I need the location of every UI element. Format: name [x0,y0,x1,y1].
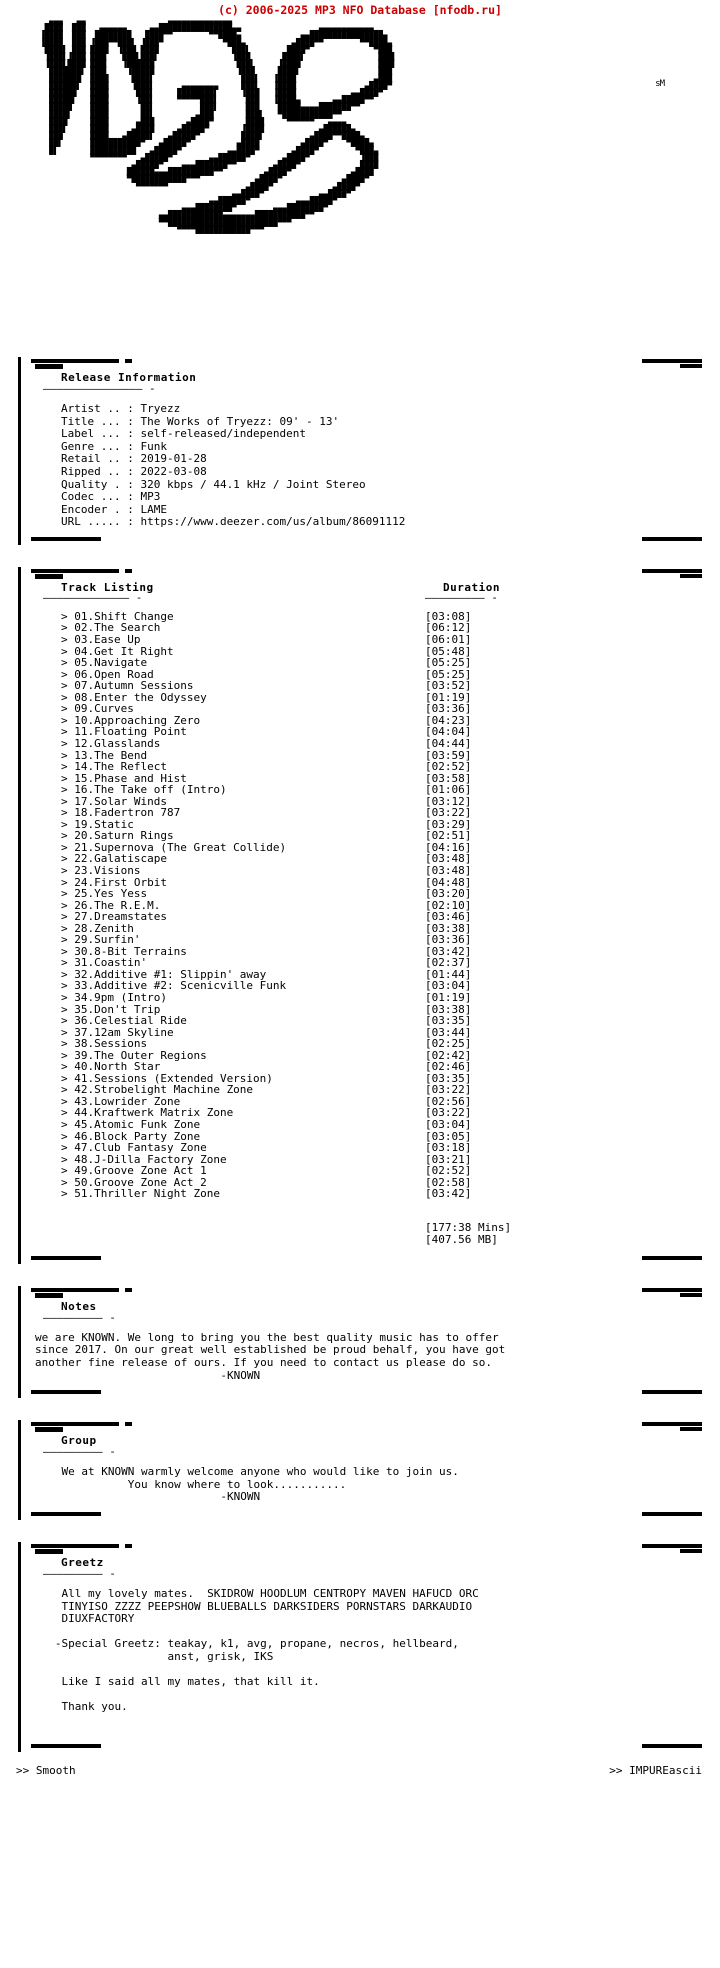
greetz-title: Greetz [61,1555,104,1569]
box-top-decor [21,1286,702,1300]
track-duration: [01:06] [425,783,472,797]
track-name: > 49.Groove Zone Act 1 [61,1164,207,1178]
track-row: > 36.Celestial Ride [03:35] [21,1015,702,1027]
track-duration: [05:25] [425,656,472,670]
track-name: > 23.Visions [61,863,141,877]
total-size: [407.56 MB] [425,1233,498,1247]
box-top-decor [21,567,702,581]
greetz-body: All my lovely mates. SKIDROW HOODLUM CEN… [54,1586,479,1714]
box-top-decor [21,1542,702,1556]
box-bottom-decor [21,529,702,545]
track-duration: [03:20] [425,887,472,901]
notes-underline: ––––––––– - [43,1310,116,1324]
track-row: > 51.Thriller Night Zone [03:42] [21,1188,702,1200]
track-duration: [03:46] [425,910,472,924]
track-name: > 34.9pm (Intro) [61,990,167,1004]
track-duration: [03:18] [425,1141,472,1155]
track-row: > 23.Visions [03:48] [21,865,702,877]
track-row: > 34.9pm (Intro) [01:19] [21,992,702,1004]
track-duration: [03:48] [425,863,472,877]
release-information-fields: Artist .. : Tryezz Title ... : The Works… [61,402,406,529]
notes-section: Notes ––––––––– - we are KNOWN. We long … [18,1285,702,1399]
track-row: > 12.Glasslands [04:44] [21,738,702,750]
track-listing-underline: ––––––––––––– - [43,590,143,604]
duration-column-underline: ––––––––– - [425,590,498,604]
track-rows: > 01.Shift Change [03:08] > 02.The Search[… [21,607,702,1200]
track-name: > 45.Atomic Funk Zone [61,1118,201,1131]
track-duration: [01:19] [425,990,472,1004]
track-duration: [03:35] [425,1014,472,1028]
track-row: > 49.Groove Zone Act 1 [02:52] [21,1165,702,1177]
track-name: > 03.Ease Up [61,633,141,647]
nfo-page: (c) 2006-2025 MP3 NFO Database [nfodb.ru… [0,0,720,1968]
track-duration: [03:42] [425,1187,472,1201]
track-row: > 05.Navigate [05:25] [21,657,702,669]
box-bottom-decor [21,1382,702,1398]
trademark-mark: sM [655,79,665,89]
track-name: > 25.Yes Yess [61,887,148,901]
box-bottom-decor [21,1504,702,1520]
notes-title: Notes [61,1299,97,1313]
track-row: > 45.Atomic Funk Zone [03:04] [21,1119,702,1131]
track-row: > 14.The Reflect [02:52] [21,761,702,773]
notes-body: we are KNOWN. We long to bring you the b… [35,1330,506,1382]
box-top-decor [21,357,702,371]
track-row: > 25.Yes Yess [03:20] [21,888,702,900]
greetz-underline: ––––––––– - [43,1566,116,1580]
footer-left-credit: >> Smooth [16,1763,76,1777]
group-section: Group ––––––––– - We at KNOWN warmly wel… [18,1420,702,1520]
group-body: We at KNOWN warmly welcome anyone who wo… [61,1465,459,1504]
track-name: > 38.Sessions [61,1037,148,1051]
track-name: > 05.Navigate [61,656,148,670]
track-duration: [02:52] [425,1164,472,1178]
group-underline: ––––––––– - [43,1445,116,1459]
release-information-section: Release Information ––––––––––––––– - Ar… [18,357,702,545]
box-top-decor [21,1420,702,1434]
ascii-logo: ▄▄▄ ▄▄ ▄▄▄▄▄▄▄▄▄▄▄▄▄▄ ████ ███ ▄▄▄▄▄▄ ▄▄… [0,17,720,357]
box-bottom-decor [21,1736,702,1752]
track-name: > 27.Dreamstates [61,910,167,924]
track-row: > 38.Sessions [02:25] [21,1038,702,1050]
track-name: > 16.The Take off (Intro) [61,783,227,797]
track-name: > 47.Club Fantasy Zone [61,1141,207,1155]
footer: >> Smooth >> IMPUREascii [10,1762,710,1784]
track-duration: [03:04] [425,1118,472,1131]
totals: [177:38 Mins] [407.56 MB] [21,1221,702,1248]
track-row: > 27.Dreamstates [03:46] [21,911,702,923]
track-name: > 51.Thriller Night Zone [61,1187,220,1201]
track-name: > 14.The Reflect [61,760,167,774]
box-bottom-decor [21,1248,702,1264]
footer-right-credit: >> IMPUREascii [609,1763,702,1777]
greetz-section: Greetz ––––––––– - All my lovely mates. … [18,1541,702,1752]
track-row: > 47.Club Fantasy Zone [03:18] [21,1142,702,1154]
track-duration: [06:01] [425,633,472,647]
track-row: > 03.Ease Up [06:01] [21,634,702,646]
release-information-underline: ––––––––––––––– - [43,382,156,395]
ascii-logo-art: ▄▄▄ ▄▄ ▄▄▄▄▄▄▄▄▄▄▄▄▄▄ ████ ███ ▄▄▄▄▄▄ ▄▄… [40,17,397,234]
copyright-banner: (c) 2006-2025 MP3 NFO Database [nfodb.ru… [218,3,502,17]
track-name: > 36.Celestial Ride [61,1014,187,1028]
track-row: > 16.The Take off (Intro) [01:06] [21,784,702,796]
track-name: > 12.Glasslands [61,736,161,750]
track-duration: [02:52] [425,760,472,774]
track-listing-section: Track Listing ––––––––––––– - Duration –… [18,566,702,1264]
group-title: Group [61,1434,97,1448]
track-duration: [04:44] [425,736,472,750]
track-duration: [02:25] [425,1037,472,1051]
